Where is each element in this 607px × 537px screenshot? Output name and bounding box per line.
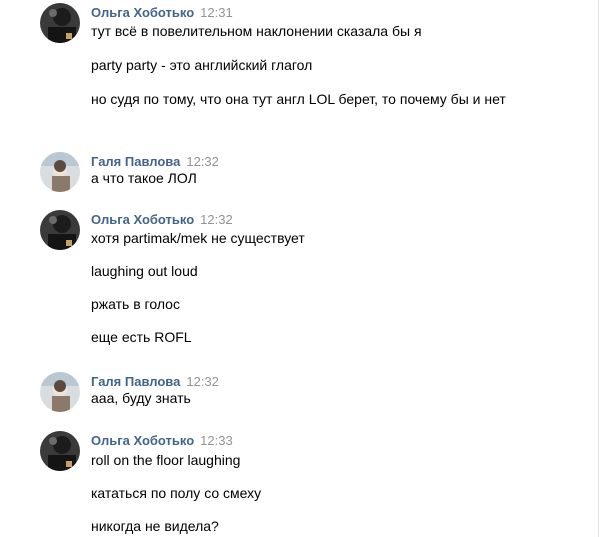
chat-history: Ольга Хоботько 12:31 тут всё в повелитель… bbox=[0, 0, 598, 537]
message-time[interactable]: 12:32 bbox=[186, 374, 219, 389]
user-avatar-light-icon[interactable] bbox=[40, 152, 80, 192]
message-group: Ольга Хоботько 12:32 хотя partimak/mek не… bbox=[0, 210, 598, 350]
message-time[interactable]: 12:32 bbox=[200, 212, 233, 227]
author-name[interactable]: Галя Павлова bbox=[91, 154, 180, 169]
user-avatar-dark-icon[interactable] bbox=[40, 210, 80, 250]
author-name[interactable]: Ольга Хоботько bbox=[91, 5, 194, 20]
author-name[interactable]: Галя Павлова bbox=[91, 374, 180, 389]
message-text: ржать в голос bbox=[91, 296, 180, 312]
chat-scroll-divider bbox=[598, 0, 599, 537]
message-text: кататься по полу со смеху bbox=[91, 485, 262, 501]
message-text: party party - это английский глагол bbox=[91, 57, 313, 73]
message-text: еще есть ROFL bbox=[91, 329, 192, 345]
message-text: хотя partimak/mek не существует bbox=[91, 230, 305, 246]
message-text: а что такое ЛОЛ bbox=[91, 170, 197, 186]
user-avatar-dark-icon[interactable] bbox=[40, 431, 80, 471]
message-text: ааа, буду знать bbox=[91, 390, 191, 406]
message-text: roll on the floor laughing bbox=[91, 452, 241, 468]
author-name[interactable]: Ольга Хоботько bbox=[91, 212, 194, 227]
message-time[interactable]: 12:31 bbox=[200, 5, 233, 20]
message-text: тут всё в повелительном наклонении сказа… bbox=[91, 23, 422, 39]
message-text: но судя по тому, что она тут англ LOL бе… bbox=[91, 91, 506, 107]
message-group: Ольга Хоботько 12:33 roll on the floor la… bbox=[0, 431, 598, 537]
message-time[interactable]: 12:32 bbox=[186, 154, 219, 169]
user-avatar-dark-icon[interactable] bbox=[40, 3, 80, 43]
author-name[interactable]: Ольга Хоботько bbox=[91, 433, 194, 448]
message-time[interactable]: 12:33 bbox=[200, 433, 233, 448]
message-group: Галя Павлова 12:32 ааа, буду знать bbox=[0, 372, 598, 412]
message-group: Галя Павлова 12:32 а что такое ЛОЛ bbox=[0, 152, 598, 192]
user-avatar-light-icon[interactable] bbox=[40, 372, 80, 412]
message-header: Ольга Хоботько 12:33 bbox=[91, 433, 233, 451]
message-text: laughing out loud bbox=[91, 263, 198, 279]
message-group: Ольга Хоботько 12:31 тут всё в повелитель… bbox=[0, 3, 598, 129]
message-text: никогда не видела? bbox=[91, 518, 219, 534]
